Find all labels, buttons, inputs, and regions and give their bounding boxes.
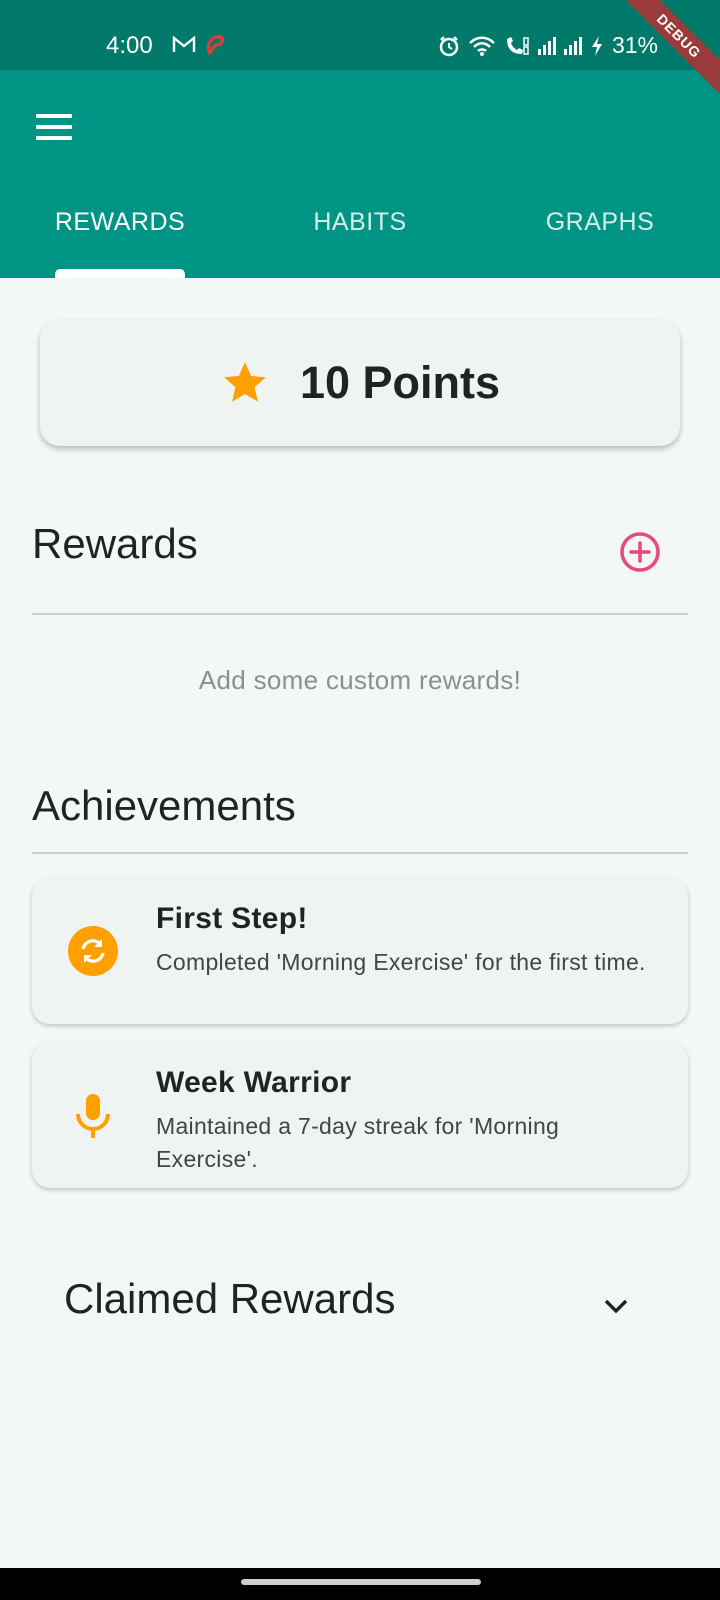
wifi-icon (469, 36, 495, 56)
add-circle-icon[interactable] (618, 530, 662, 574)
tab-indicator (55, 269, 185, 278)
debug-banner: DEBUG (590, 0, 720, 130)
achievement-description: Maintained a 7-day streak for 'Morning E… (156, 1113, 560, 1172)
rewards-empty-message: Add some custom rewards! (198, 665, 522, 695)
menu-button[interactable] (36, 114, 76, 142)
points-total: 10 Points (299, 357, 501, 408)
notification-icons (172, 33, 226, 55)
achievements-divider (32, 852, 688, 854)
achievement-title: Week Warrior (156, 1066, 352, 1099)
microphone-icon (76, 1094, 110, 1138)
airtel-icon (206, 35, 225, 55)
wifi-calling-icon (506, 36, 529, 55)
home-indicator[interactable] (241, 1579, 481, 1585)
signal-1-icon (537, 36, 556, 55)
tab-rewards[interactable]: REWARDS (0, 200, 240, 278)
rewards-heading: Rewards (32, 520, 198, 567)
gmail-icon (172, 35, 196, 52)
signal-2-icon (563, 36, 582, 55)
tab-bar: REWARDS HABITS GRAPHS (0, 200, 720, 278)
tab-habits[interactable]: HABITS (240, 200, 480, 278)
alarm-icon (439, 35, 459, 56)
achievements-heading: Achievements (32, 782, 296, 829)
sync-icon (68, 926, 118, 976)
debug-banner-label: DEBUG (617, 0, 720, 98)
rewards-divider (32, 613, 688, 615)
chevron-down-icon[interactable] (600, 1290, 632, 1322)
tab-graphs[interactable]: GRAPHS (480, 200, 720, 278)
menu-icon (36, 114, 72, 118)
points-card: 10 Points (40, 320, 680, 446)
achievement-title: First Step! (156, 902, 308, 935)
system-nav-bar (0, 1568, 720, 1600)
status-time: 4:00 (106, 32, 153, 59)
achievement-card: Week Warrior Maintained a 7-day streak f… (32, 1042, 688, 1188)
achievement-card: First Step! Completed 'Morning Exercise'… (32, 878, 688, 1024)
star-icon (224, 362, 266, 402)
achievement-description: Completed 'Morning Exercise' for the fir… (156, 949, 646, 975)
claimed-rewards-heading[interactable]: Claimed Rewards (64, 1275, 395, 1323)
